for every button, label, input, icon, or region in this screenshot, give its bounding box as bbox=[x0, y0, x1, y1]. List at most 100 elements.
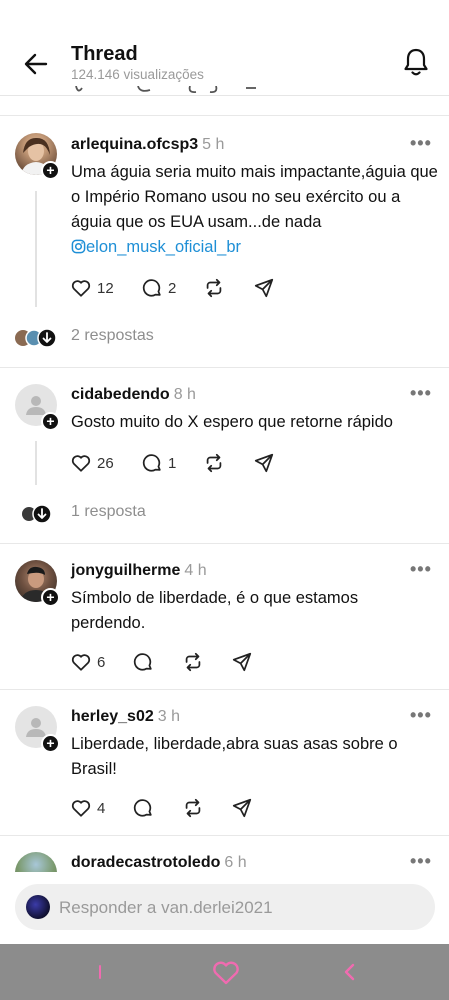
username[interactable]: cidabedendo 8 h bbox=[71, 386, 196, 404]
comment-text: Símbolo de liberdade, é o que estamos pe… bbox=[71, 589, 359, 632]
timestamp: 8 h bbox=[173, 386, 196, 403]
username-text[interactable]: jonyguilherme bbox=[71, 562, 180, 579]
like-button[interactable]: 4 bbox=[70, 795, 105, 821]
previous-post-actions-partial bbox=[75, 86, 256, 94]
view-count: 124.146 visualizações bbox=[71, 67, 204, 82]
share-button[interactable] bbox=[231, 649, 253, 675]
repost-button[interactable] bbox=[203, 275, 225, 301]
repost-icon bbox=[206, 453, 222, 473]
share-button[interactable] bbox=[253, 450, 275, 476]
comment-count: 1 bbox=[168, 454, 177, 472]
follow-plus-icon[interactable]: + bbox=[41, 588, 60, 607]
speech-bubble-icon bbox=[142, 279, 161, 297]
username[interactable]: herley_s02 3 h bbox=[71, 708, 180, 726]
comment-button[interactable]: 2 bbox=[141, 275, 176, 301]
more-options-icon[interactable]: ••• bbox=[410, 559, 432, 580]
comment-button[interactable] bbox=[132, 649, 154, 675]
follow-plus-icon[interactable]: + bbox=[41, 161, 60, 180]
repost-button[interactable] bbox=[182, 649, 204, 675]
comment-item: + herley_s02 3 h ••• Liberdade, liberdade… bbox=[0, 689, 449, 835]
page-title: Thread bbox=[71, 43, 138, 65]
action-bar: 26 1 bbox=[70, 450, 290, 476]
speech-bubble-icon bbox=[142, 454, 161, 472]
timestamp: 3 h bbox=[157, 708, 180, 725]
like-count: 4 bbox=[97, 799, 106, 817]
reply-input[interactable]: Responder a van.derlei2021 bbox=[15, 884, 435, 930]
comment-item: doradecastrotoledo 6 h ••• bbox=[0, 835, 449, 872]
follow-plus-icon[interactable]: + bbox=[41, 734, 60, 753]
repost-icon bbox=[185, 798, 201, 818]
share-button[interactable] bbox=[253, 275, 275, 301]
more-options-icon[interactable]: ••• bbox=[410, 851, 432, 872]
thread-header: Thread 124.146 visualizações bbox=[0, 0, 449, 96]
username[interactable]: arlequina.ofcsp3 5 h bbox=[71, 136, 224, 154]
repost-button[interactable] bbox=[203, 450, 225, 476]
comment-button[interactable] bbox=[132, 795, 154, 821]
recent-apps-icon[interactable] bbox=[94, 962, 106, 982]
username[interactable]: doradecastrotoledo 6 h bbox=[71, 854, 247, 872]
comment-button[interactable]: 1 bbox=[141, 450, 176, 476]
thread-line bbox=[35, 441, 37, 485]
bell-icon[interactable] bbox=[402, 47, 430, 77]
reply-avatars-icon bbox=[22, 504, 52, 524]
send-icon bbox=[254, 453, 274, 473]
username[interactable]: jonyguilherme 4 h bbox=[71, 562, 207, 580]
more-options-icon[interactable]: ••• bbox=[410, 133, 432, 154]
timestamp: 5 h bbox=[202, 136, 225, 153]
like-button[interactable]: 12 bbox=[70, 275, 114, 301]
action-bar: 12 2 bbox=[70, 275, 290, 301]
heart-icon bbox=[71, 280, 91, 297]
replies-count-label[interactable]: 2 respostas bbox=[71, 327, 154, 345]
comment-text: Uma águia seria muito mais impactante,ág… bbox=[71, 160, 441, 260]
home-heart-icon[interactable] bbox=[211, 960, 241, 986]
like-button[interactable]: 6 bbox=[70, 649, 105, 675]
username-text[interactable]: cidabedendo bbox=[71, 386, 170, 403]
share-button[interactable] bbox=[231, 795, 253, 821]
username-text[interactable]: doradecastrotoledo bbox=[71, 854, 220, 871]
timestamp: 6 h bbox=[224, 854, 247, 871]
reply-avatars-icon bbox=[15, 328, 57, 348]
like-count: 6 bbox=[97, 653, 106, 671]
reply-placeholder[interactable]: Responder a van.derlei2021 bbox=[59, 898, 273, 918]
action-bar: 6 bbox=[70, 649, 270, 675]
instagram-icon bbox=[71, 239, 86, 254]
mention-text[interactable]: elon_musk_oficial_br bbox=[86, 238, 241, 256]
comment-item: + jonyguilherme 4 h ••• Símbolo de liberd… bbox=[0, 543, 449, 689]
more-options-icon[interactable]: ••• bbox=[410, 383, 432, 404]
send-icon bbox=[232, 652, 252, 672]
current-user-avatar bbox=[26, 895, 50, 919]
back-chevron-icon[interactable] bbox=[340, 962, 360, 982]
comment-body: Uma águia seria muito mais impactante,ág… bbox=[71, 163, 438, 231]
repost-button[interactable] bbox=[182, 795, 204, 821]
comment-text: Gosto muito do X espero que retorne rápi… bbox=[71, 413, 393, 431]
thread-line bbox=[35, 191, 37, 307]
action-bar: 4 bbox=[70, 795, 270, 821]
like-count: 26 bbox=[97, 454, 114, 472]
like-button[interactable]: 26 bbox=[70, 450, 114, 476]
more-options-icon[interactable]: ••• bbox=[410, 705, 432, 726]
heart-icon bbox=[71, 800, 91, 817]
comment-text: Liberdade, liberdade,abra suas asas sobr… bbox=[71, 735, 398, 778]
comment-item: + cidabedendo 8 h ••• Gosto muito do X es… bbox=[0, 367, 449, 543]
speech-bubble-icon bbox=[133, 653, 152, 671]
comment-item: + arlequina.ofcsp3 5 h ••• Uma águia seri… bbox=[0, 115, 449, 367]
replies-count-label[interactable]: 1 resposta bbox=[71, 503, 146, 521]
follow-plus-icon[interactable]: + bbox=[41, 412, 60, 431]
send-icon bbox=[254, 278, 274, 298]
username-text[interactable]: arlequina.ofcsp3 bbox=[71, 136, 198, 153]
back-arrow-icon[interactable] bbox=[22, 50, 50, 78]
username-text[interactable]: herley_s02 bbox=[71, 708, 154, 725]
replies-row[interactable]: 2 respostas bbox=[0, 323, 449, 353]
heart-icon bbox=[71, 654, 91, 671]
like-count: 12 bbox=[97, 279, 114, 297]
comment-count: 2 bbox=[168, 279, 177, 297]
avatar[interactable] bbox=[15, 852, 57, 872]
timestamp: 4 h bbox=[184, 562, 207, 579]
heart-icon bbox=[71, 455, 91, 472]
reply-bar: Responder a van.derlei2021 bbox=[0, 872, 449, 944]
system-navigation-bar bbox=[0, 944, 449, 1000]
repost-icon bbox=[185, 652, 201, 672]
mention-link[interactable]: elon_musk_oficial_br bbox=[71, 238, 241, 256]
replies-row[interactable]: 1 resposta bbox=[0, 499, 449, 529]
repost-icon bbox=[206, 278, 222, 298]
